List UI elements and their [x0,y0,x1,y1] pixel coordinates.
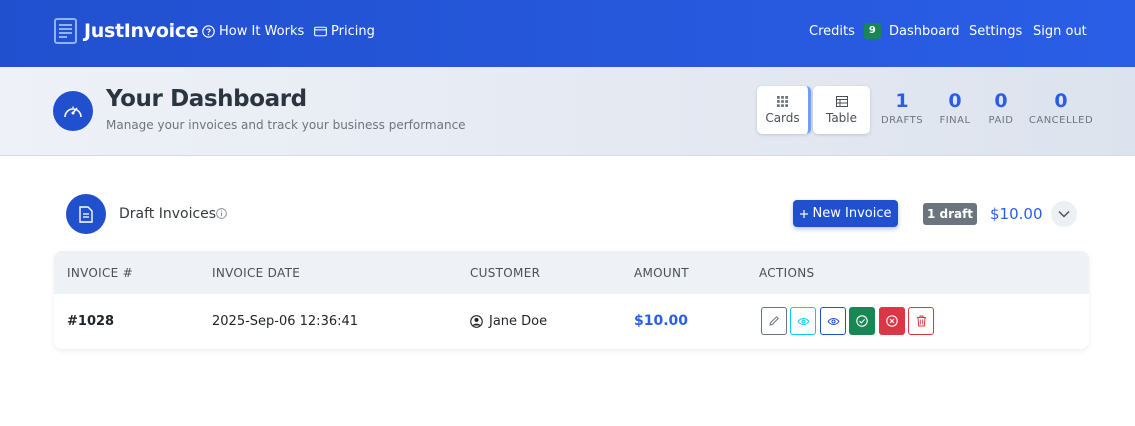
invoice-logo-icon [54,18,77,44]
person-circle-icon [470,315,483,328]
table-header: INVOICE # INVOICE DATE CUSTOMER AMOUNT A… [54,251,1089,294]
customer-cell: Jane Doe [470,314,547,329]
credits-count-badge: 9 [863,23,881,39]
dashboard-avatar [53,91,93,131]
nav-dashboard-label: Dashboard [889,23,960,39]
delete-invoice-button[interactable] [908,307,934,335]
collapse-section-button[interactable] [1051,201,1077,227]
trash-icon [916,315,926,327]
invoice-number[interactable]: #1028 [67,314,114,329]
eye-icon [797,317,809,325]
view-cards-label: Cards [765,110,800,125]
nav-settings[interactable]: Settings [969,22,1022,40]
stat-drafts-value: 1 [895,90,909,112]
grid-icon [777,95,788,107]
brand-name: JustInvoice [84,20,199,42]
invoice-date: 2025-Sep-06 12:36:41 [212,314,359,329]
brand-link[interactable]: JustInvoice [54,18,199,44]
col-invoice-date: INVOICE DATE [212,266,301,280]
stat-paid-label: PAID [988,115,1014,126]
nav-credits-label: Credits [809,23,855,39]
invoice-amount: $10.00 [634,313,689,329]
question-circle-icon [202,24,215,38]
stat-drafts-label: DRAFTS [880,115,924,126]
edit-invoice-button[interactable] [761,307,787,335]
nav-credits[interactable]: Credits 9 [809,22,881,40]
new-invoice-button[interactable]: New Invoice [793,200,898,227]
col-amount: AMOUNT [634,266,689,280]
document-icon [79,205,93,223]
finalize-invoice-button[interactable] [849,307,875,335]
draft-section-avatar [66,194,106,234]
nav-how-it-works[interactable]: How It Works [202,22,304,40]
nav-sign-out-label: Sign out [1033,23,1087,39]
check-circle-icon [856,315,868,327]
draft-total-amount: $10.00 [990,205,1043,223]
stat-final: 0 FINAL [939,90,971,126]
nav-sign-out[interactable]: Sign out [1033,22,1087,40]
pencil-icon [769,316,779,326]
new-invoice-label: New Invoice [812,206,892,221]
nav-how-it-works-label: How It Works [219,23,305,39]
table-icon [835,95,848,107]
stat-cancelled-value: 0 [1054,90,1068,112]
stat-final-label: FINAL [939,115,971,126]
draft-section-title: Draft Invoices [119,206,217,222]
chevron-down-icon [1058,211,1070,218]
view-table-label: Table [825,110,858,125]
nav-pricing-label: Pricing [331,23,375,39]
nav-pricing[interactable]: Pricing [314,22,375,40]
stat-paid-value: 0 [994,90,1008,112]
speedometer-icon [64,106,82,118]
stat-cancelled-label: CANCELLED [1028,115,1094,126]
page-title: Your Dashboard [106,86,307,112]
eye-icon [827,317,839,325]
stat-final-value: 0 [948,90,962,112]
info-icon[interactable] [216,208,227,219]
view-invoice-button[interactable] [820,307,846,335]
plus-icon [799,209,808,218]
col-actions: ACTIONS [759,266,815,280]
col-invoice-number: INVOICE # [67,266,134,280]
credit-card-icon [314,26,327,36]
dashboard-header: Your Dashboard Manage your invoices and … [0,67,1135,156]
page-subtitle: Manage your invoices and track your busi… [106,118,466,132]
stat-paid: 0 PAID [986,90,1016,126]
stat-cancelled: 0 CANCELLED [1028,90,1094,126]
customer-name: Jane Doe [489,314,548,329]
draft-invoices-table: INVOICE # INVOICE DATE CUSTOMER AMOUNT A… [54,251,1089,349]
cancel-invoice-button[interactable] [879,307,905,335]
view-cards-button[interactable]: Cards [757,86,811,134]
nav-settings-label: Settings [969,23,1023,39]
nav-dashboard[interactable]: Dashboard [889,22,960,40]
x-circle-icon [886,315,898,327]
stat-drafts: 1 DRAFTS [880,90,924,126]
view-table-button[interactable]: Table [813,86,870,134]
draft-count-badge: 1 draft [923,203,977,225]
preview-invoice-button[interactable] [790,307,816,335]
top-navbar: JustInvoice How It Works Pricing Credits… [0,0,1135,67]
col-customer: CUSTOMER [470,266,541,280]
